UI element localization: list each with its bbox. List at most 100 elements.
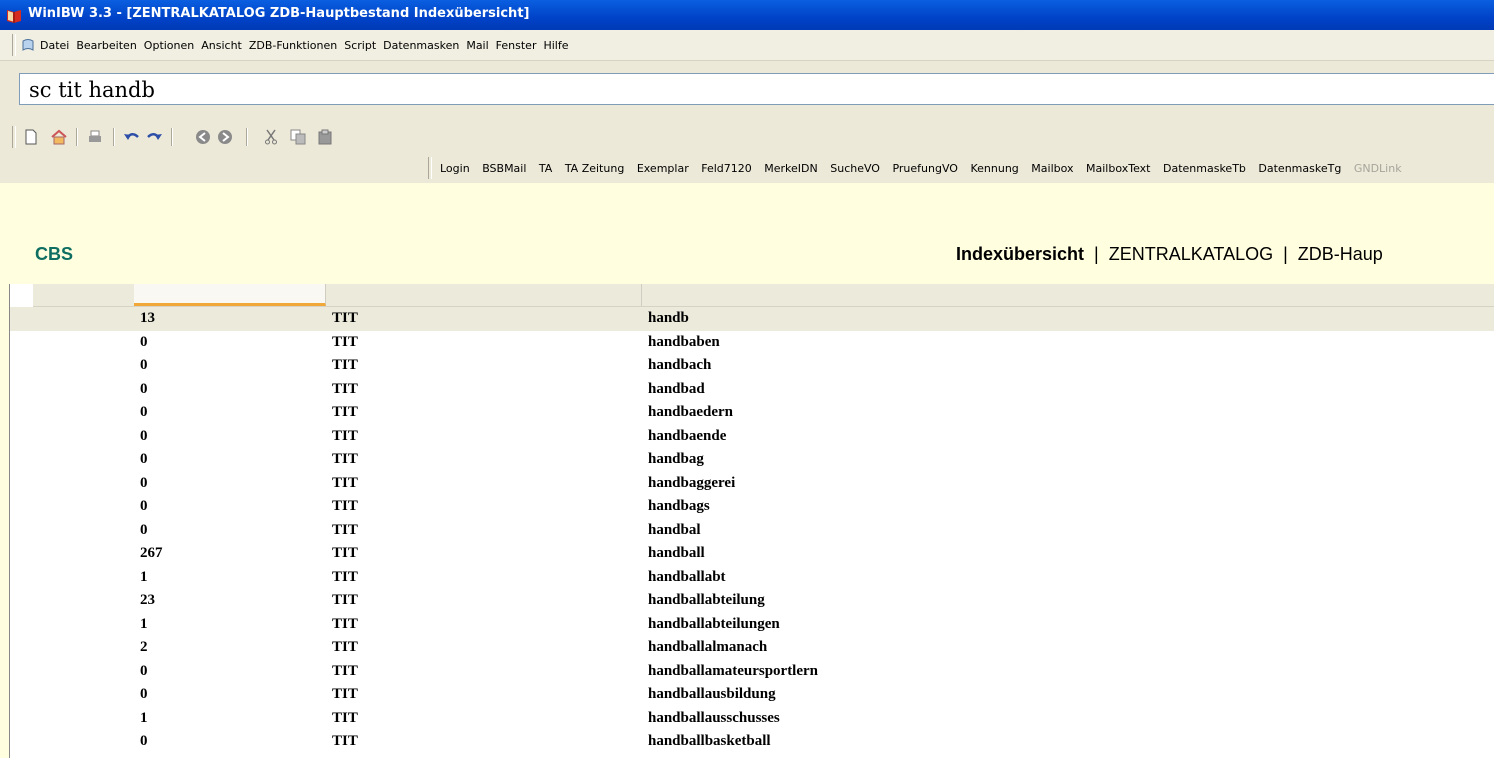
menu-optionen[interactable]: Optionen xyxy=(144,39,194,52)
copy-icon[interactable] xyxy=(289,128,307,146)
row-index: TIT xyxy=(332,310,358,326)
row-index: TIT xyxy=(332,474,358,491)
table-row[interactable]: 2 TIT handballalmanach xyxy=(10,636,1494,660)
table-row[interactable]: 0 TIT handbaben xyxy=(10,331,1494,355)
row-count: 0 xyxy=(140,686,148,702)
back-icon[interactable] xyxy=(194,128,212,146)
column-header-count[interactable] xyxy=(134,284,326,306)
row-count: 0 xyxy=(140,733,148,749)
menu-fenster[interactable]: Fenster xyxy=(496,39,537,52)
link-kennung[interactable]: Kennung xyxy=(970,162,1018,175)
command-row xyxy=(0,61,1494,121)
row-count: 0 xyxy=(140,662,148,679)
breadcrumb-catalog: ZENTRALKATALOG xyxy=(1108,244,1274,264)
list-rows: 13 TIT handb 0 TIT handbaben 0 TIT handbach 0 TIT h… xyxy=(10,307,1494,754)
row-count: 267 xyxy=(140,545,163,561)
link-mailboxtext[interactable]: MailboxText xyxy=(1086,162,1150,175)
row-term: handball xyxy=(648,545,705,561)
link-bsbmail[interactable]: BSBMail xyxy=(482,162,526,175)
row-index: TIT xyxy=(332,592,358,608)
row-index: TIT xyxy=(332,357,358,373)
table-row[interactable]: 0 TIT handbal xyxy=(10,519,1494,543)
row-index: TIT xyxy=(332,709,358,726)
table-row[interactable]: 0 TIT handbach xyxy=(10,354,1494,378)
menu-hilfe[interactable]: Hilfe xyxy=(543,39,568,52)
link-ta[interactable]: TA xyxy=(539,162,552,175)
row-term: handbags xyxy=(648,498,710,514)
breadcrumb: Indexübersicht | ZENTRALKATALOG | ZDB-Haup xyxy=(956,244,1383,265)
link-suchevo[interactable]: SucheVO xyxy=(830,162,880,175)
table-row[interactable]: 0 TIT handbaggerei xyxy=(10,472,1494,496)
column-header-term[interactable] xyxy=(642,284,1494,306)
paste-icon[interactable] xyxy=(316,128,334,146)
row-term: handb xyxy=(648,310,689,326)
menu-datei[interactable]: Datei xyxy=(40,39,69,52)
link-gndlink[interactable]: GNDLink xyxy=(1354,162,1402,175)
row-index: TIT xyxy=(332,380,358,397)
document-icon[interactable] xyxy=(21,38,35,52)
link-datenmasketg[interactable]: DatenmaskeTg xyxy=(1258,162,1341,175)
table-row[interactable]: 0 TIT handballausbildung xyxy=(10,683,1494,707)
link-datenmasketb[interactable]: DatenmaskeTb xyxy=(1163,162,1246,175)
menu-datenmasken[interactable]: Datenmasken xyxy=(383,39,459,52)
table-row[interactable]: 0 TIT handballbasketball xyxy=(10,730,1494,754)
link-login[interactable]: Login xyxy=(440,162,470,175)
column-header-index[interactable] xyxy=(327,284,642,306)
link-merkeidn[interactable]: MerkeIDN xyxy=(764,162,817,175)
menu-bearbeiten[interactable]: Bearbeiten xyxy=(76,39,136,52)
menu-zdb-funktionen[interactable]: ZDB-Funktionen xyxy=(249,39,337,52)
row-count: 0 xyxy=(140,333,148,350)
table-row[interactable]: 0 TIT handbaedern xyxy=(10,401,1494,425)
toolbar xyxy=(0,122,1494,152)
table-row[interactable]: 0 TIT handbaende xyxy=(10,425,1494,449)
home-icon[interactable] xyxy=(50,128,68,146)
table-row[interactable]: 1 TIT handballabt xyxy=(10,566,1494,590)
table-row[interactable]: 267 TIT handball xyxy=(10,542,1494,566)
table-row[interactable]: 1 TIT handballausschusses xyxy=(10,707,1494,731)
row-term: handbaggerei xyxy=(648,474,736,491)
table-row[interactable]: 1 TIT handballabteilungen xyxy=(10,613,1494,637)
menu-mail[interactable]: Mail xyxy=(466,39,488,52)
row-count: 13 xyxy=(140,310,155,326)
row-term: handballausschusses xyxy=(648,709,780,726)
new-icon[interactable] xyxy=(22,128,40,146)
breadcrumb-database: ZDB-Haup xyxy=(1297,244,1383,264)
table-row[interactable]: 0 TIT handbag xyxy=(10,448,1494,472)
toolbar-separator xyxy=(246,128,248,146)
row-count: 0 xyxy=(140,380,148,397)
toolbar-separator xyxy=(76,128,78,146)
link-feld7120[interactable]: Feld7120 xyxy=(701,162,752,175)
menu-script[interactable]: Script xyxy=(344,39,376,52)
toolbar-grip[interactable] xyxy=(12,126,16,148)
row-count: 2 xyxy=(140,639,148,655)
undo-icon[interactable] xyxy=(123,128,141,146)
table-row[interactable]: 0 TIT handbags xyxy=(10,495,1494,519)
table-row[interactable]: 23 TIT handballabteilung xyxy=(10,589,1494,613)
row-index: TIT xyxy=(332,686,358,702)
row-count: 1 xyxy=(140,709,148,726)
row-index: TIT xyxy=(332,733,358,749)
row-index: TIT xyxy=(332,521,358,538)
row-count: 0 xyxy=(140,427,148,444)
link-exemplar[interactable]: Exemplar xyxy=(637,162,689,175)
command-input[interactable] xyxy=(19,73,1494,105)
table-row[interactable]: 13 TIT handb xyxy=(10,307,1494,331)
grip-handle[interactable] xyxy=(12,34,16,56)
link-pruefungvo[interactable]: PruefungVO xyxy=(892,162,958,175)
row-term: handbaben xyxy=(648,333,720,350)
menu-ansicht[interactable]: Ansicht xyxy=(201,39,242,52)
forward-icon[interactable] xyxy=(216,128,234,146)
linkbar-grip[interactable] xyxy=(428,157,432,179)
window-title: WinIBW 3.3 - [ZENTRALKATALOG ZDB-Hauptbe… xyxy=(28,6,530,21)
link-mailbox[interactable]: Mailbox xyxy=(1031,162,1073,175)
redo-icon[interactable] xyxy=(145,128,163,146)
row-index: TIT xyxy=(332,498,358,514)
print-icon[interactable] xyxy=(86,128,104,146)
table-row[interactable]: 0 TIT handbad xyxy=(10,378,1494,402)
index-list: 13 TIT handb 0 TIT handbaben 0 TIT handbach 0 TIT h… xyxy=(9,284,1494,758)
cut-icon[interactable] xyxy=(262,128,280,146)
row-term: handballalmanach xyxy=(648,639,768,655)
link-ta-zeitung[interactable]: TA Zeitung xyxy=(565,162,625,175)
row-count: 0 xyxy=(140,404,148,420)
table-row[interactable]: 0 TIT handballamateursportlern xyxy=(10,660,1494,684)
